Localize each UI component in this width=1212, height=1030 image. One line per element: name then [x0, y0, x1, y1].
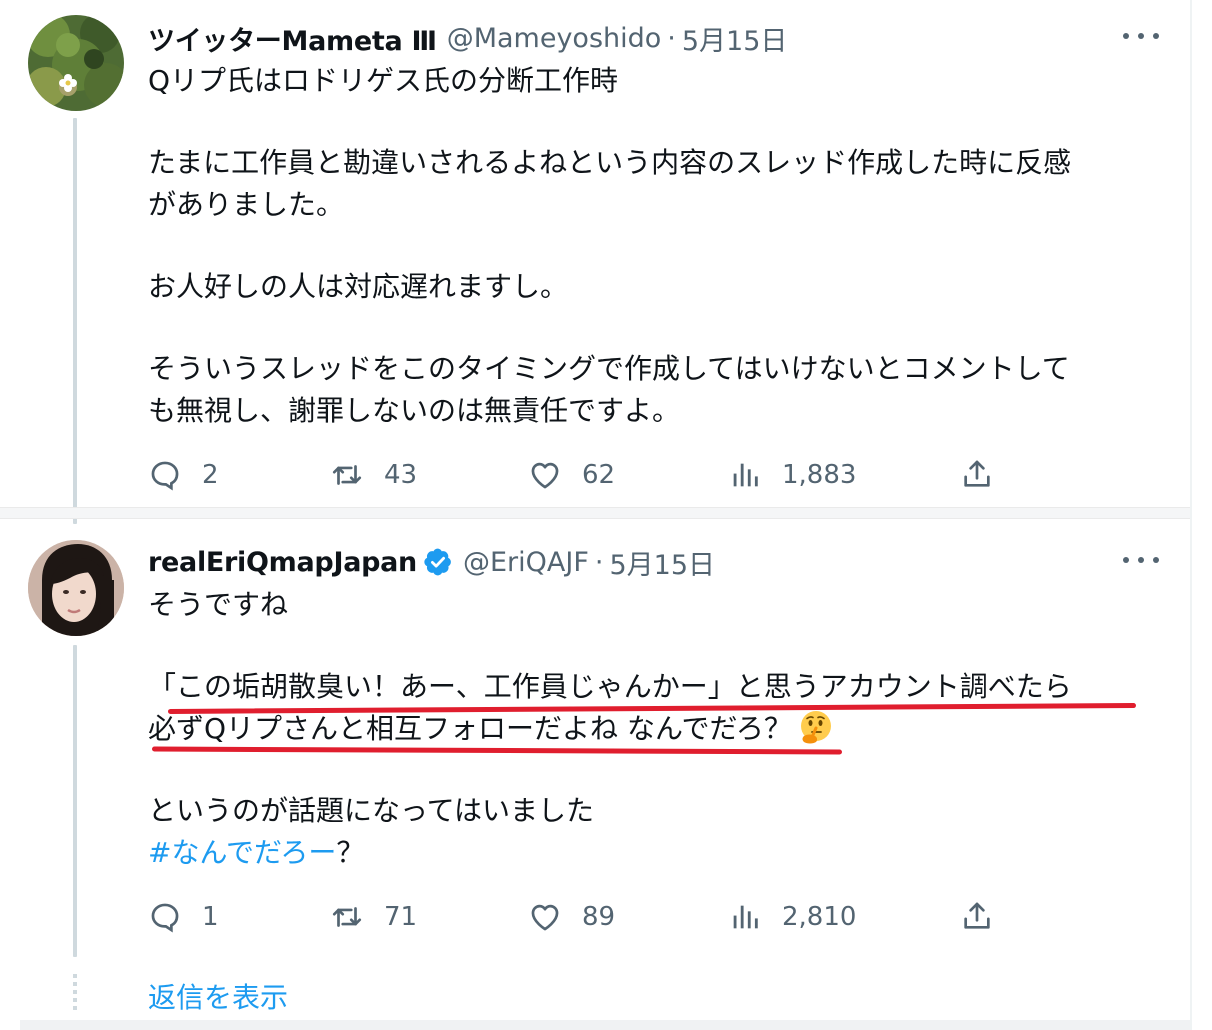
display-name[interactable]: realEriQmapJapan [148, 547, 417, 578]
reply-button[interactable]: 1 [148, 897, 219, 937]
retweet-count: 71 [384, 902, 418, 932]
retweet-icon [332, 465, 362, 485]
thread-connector-line [73, 645, 77, 957]
user-handle[interactable]: @EriQAJF [463, 547, 589, 578]
separator-dot: · [667, 22, 676, 54]
like-count: 89 [582, 902, 616, 932]
share-icon[interactable] [960, 457, 994, 491]
share-icon[interactable] [960, 899, 994, 933]
tweet-divider [0, 507, 1190, 519]
timeline-bottom-edge [20, 1020, 1190, 1030]
views-button[interactable]: 1,883 [728, 455, 856, 495]
display-name[interactable]: ツイッターMameta Ⅲ [148, 19, 437, 58]
hashtag-suffix: ？ [336, 836, 365, 869]
tweet-text-line: も無視し、謝罪しないのは無責任ですよ。 [148, 394, 681, 427]
like-count: 62 [582, 460, 616, 490]
verified-badge-icon[interactable] [423, 547, 453, 577]
view-count: 1,883 [782, 460, 857, 490]
avatar[interactable] [28, 540, 124, 636]
views-chart-icon [733, 463, 758, 487]
tweet-actions: 1 71 89 2,810 [148, 897, 1008, 937]
tweet-text-line: たまに工作員と勘違いされるよねという内容のスレッド作成した時に反感 [148, 146, 1072, 179]
thread-connector-line [73, 118, 77, 524]
timeline-right-border [1190, 0, 1192, 1030]
avatar-strawberry-plant-image [28, 15, 124, 111]
tweet-text-line: Qリプ氏はロドリゲス氏の分断工作時 [148, 64, 619, 97]
tweet-date[interactable]: 5月15日 [609, 543, 715, 582]
show-replies-link[interactable]: 返信を表示 [148, 976, 288, 1016]
like-button[interactable]: 62 [528, 455, 615, 495]
reply-button[interactable]: 2 [148, 455, 219, 495]
tweet-text-line: がありました。 [148, 188, 345, 221]
tweet-actions: 2 43 62 1,883 [148, 455, 1008, 495]
views-chart-icon [733, 905, 758, 929]
reply-count: 1 [202, 902, 219, 932]
tweet-header: realEriQmapJapan @EriQAJF · 5月15日 [148, 542, 715, 582]
more-options-icon[interactable] [1123, 26, 1159, 46]
views-button[interactable]: 2,810 [728, 897, 856, 937]
heart-icon [531, 904, 559, 931]
tweet-text-fragment: 必ずQリプさんと相互フォローだよね なんでだろ？ [148, 712, 792, 745]
tweet-text-line: 「この垢胡散臭い！あー、工作員じゃんかー」と思うアカウント調べたら [148, 670, 1072, 703]
avatar-portrait-image [28, 540, 124, 636]
view-count: 2,810 [782, 902, 857, 932]
retweet-button[interactable]: 71 [330, 897, 417, 937]
user-handle[interactable]: @Mameyoshido [447, 23, 662, 54]
separator-dot: · [594, 546, 604, 578]
tweet-text-line: #なんでだろー？ [148, 832, 364, 874]
like-button[interactable]: 89 [528, 897, 615, 937]
tweet-text-line: そうですね [148, 588, 289, 621]
tweet-text-line: 必ずQリプさんと相互フォローだよね なんでだろ？ [148, 708, 834, 750]
tweet-text-line: そういうスレッドをこのタイミングで作成してはいけないとコメントして [148, 352, 1070, 385]
retweet-button[interactable]: 43 [330, 455, 417, 495]
reply-icon [151, 903, 179, 933]
heart-icon [531, 462, 559, 489]
tweet-date[interactable]: 5月15日 [682, 19, 788, 58]
reply-count: 2 [202, 460, 219, 490]
reply-icon [151, 461, 179, 491]
more-options-icon[interactable] [1123, 550, 1159, 570]
tweet-text-line: というのが話題になってはいました [148, 794, 595, 827]
thread-dotted-connector [73, 974, 77, 1010]
thinking-face-emoji [800, 711, 831, 744]
avatar[interactable] [28, 15, 124, 111]
retweet-icon [332, 907, 362, 927]
timeline: ツイッターMameta Ⅲ @Mameyoshido · 5月15日 Qリプ氏は… [0, 0, 1212, 1030]
hashtag-link[interactable]: #なんでだろー [148, 836, 336, 869]
tweet-text-line: お人好しの人は対応遅れますし。 [148, 270, 569, 303]
retweet-count: 43 [384, 460, 418, 490]
tweet-header: ツイッターMameta Ⅲ @Mameyoshido · 5月15日 [148, 18, 787, 58]
